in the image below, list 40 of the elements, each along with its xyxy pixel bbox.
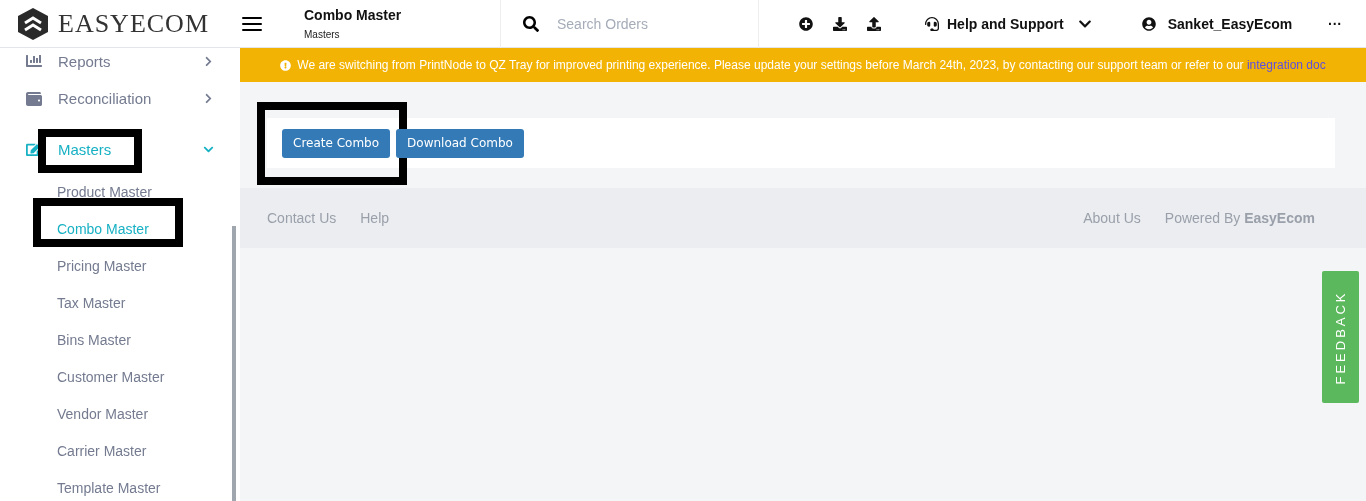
footer-link[interactable]: Help xyxy=(360,210,390,226)
upload-icon[interactable] xyxy=(867,16,881,31)
chevron-right-icon xyxy=(203,93,214,104)
integration-doc-link[interactable]: integration doc xyxy=(1246,58,1326,72)
user-icon xyxy=(1141,16,1156,31)
chart-icon xyxy=(26,53,42,69)
headset-icon xyxy=(925,16,939,31)
sidebar-subitem[interactable]: Customer Master xyxy=(0,358,240,395)
search-icon xyxy=(523,15,539,32)
sidebar-subitem[interactable]: Template Master xyxy=(0,469,240,501)
more-button[interactable]: ··· xyxy=(1322,14,1348,33)
download-icon[interactable] xyxy=(833,16,847,31)
action-button[interactable]: Create Combo xyxy=(282,128,391,158)
page-title: Combo Master xyxy=(304,7,403,23)
notice-text: We are switching from PrintNode to QZ Tray for improved printing experience. Please update your settings before March 24th, 2023, by contacting our support team or refer to our integration doc xyxy=(297,58,1326,72)
sidebar-subitem[interactable]: Pricing Master xyxy=(0,247,240,284)
action-button[interactable]: Download Combo xyxy=(396,128,524,158)
breadcrumb: Masters xyxy=(304,29,341,40)
sidebar-subitem[interactable]: Carrier Master xyxy=(0,432,240,469)
sidebar-subitem[interactable]: Product Master xyxy=(0,173,240,210)
brand-logo-text: EASYECOM xyxy=(58,8,209,39)
logo-icon xyxy=(18,7,48,40)
sidebar-subitem[interactable]: Combo Master xyxy=(0,210,240,247)
add-icon[interactable] xyxy=(799,16,813,31)
sidebar-subitem[interactable]: Vendor Master xyxy=(0,395,240,432)
sidebar-subitem[interactable]: Bins Master xyxy=(0,321,240,358)
sidebar-subitem[interactable]: Tax Master xyxy=(0,284,240,321)
scrollbar[interactable] xyxy=(232,226,236,501)
user-menu-button[interactable]: Sanket_EasyEcom xyxy=(1135,14,1299,33)
sidebar-item[interactable]: Reconciliation xyxy=(0,72,240,125)
footer-link[interactable]: About Us xyxy=(1083,210,1141,226)
help-support-button[interactable]: Help and Support xyxy=(919,14,1098,33)
chevron-right-icon xyxy=(203,55,214,67)
powered-by-text: Powered By EasyEcom xyxy=(1164,210,1315,226)
sidebar-item[interactable]: Reports xyxy=(0,50,240,72)
sidebar-item[interactable]: Masters xyxy=(0,125,240,173)
wallet-icon xyxy=(26,90,42,107)
warning-icon xyxy=(280,59,292,71)
footer-link[interactable]: Contact Us xyxy=(267,210,337,226)
feedback-tab[interactable]: FEEDBACK xyxy=(1322,271,1359,403)
